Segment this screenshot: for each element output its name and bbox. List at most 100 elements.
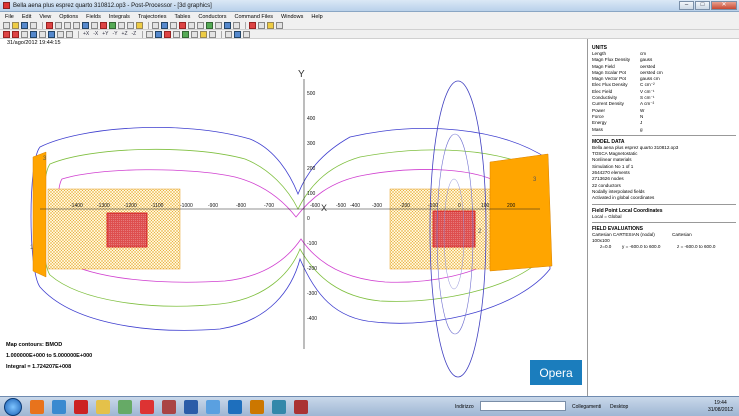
graphics-canvas[interactable]: 31/ago/2012 19:44:15 Y X 500 400 300 200…	[0, 39, 588, 396]
line-icon[interactable]	[118, 21, 125, 29]
axes-icon[interactable]	[146, 30, 154, 38]
symmetry-icon[interactable]	[200, 30, 208, 38]
settings-icon[interactable]	[276, 21, 283, 29]
menu-conductors[interactable]: Conductors	[198, 14, 226, 20]
vector-icon[interactable]	[109, 21, 116, 29]
view-plus-x-button[interactable]: +X	[82, 31, 90, 38]
fit-icon[interactable]	[39, 30, 46, 38]
ie-icon[interactable]	[52, 400, 66, 414]
menu-help[interactable]: Help	[311, 14, 322, 20]
zoom-icon[interactable]	[82, 21, 89, 29]
home-icon[interactable]	[21, 30, 28, 38]
camera-icon[interactable]	[234, 30, 242, 38]
system-clock[interactable]: 19:44 31/08/2012	[708, 400, 733, 414]
left-coil	[106, 212, 148, 248]
arc-icon[interactable]	[179, 21, 186, 29]
address-input[interactable]	[480, 401, 566, 411]
pan-icon[interactable]	[91, 21, 98, 29]
fieldpoint-icon[interactable]	[233, 21, 240, 29]
menu-edit[interactable]: Edit	[22, 14, 31, 20]
view-minus-y-button[interactable]: -Y	[112, 31, 119, 38]
x-tick: -100	[428, 203, 438, 209]
rotate-icon[interactable]	[30, 30, 37, 38]
lighting-icon[interactable]	[155, 30, 163, 38]
open-folder-icon[interactable]	[12, 21, 19, 29]
acrobat-icon[interactable]	[140, 400, 154, 414]
app-icon-2[interactable]	[162, 400, 176, 414]
conductor-icon[interactable]	[215, 21, 222, 29]
close-button[interactable]: ✕	[711, 1, 737, 10]
model-display-icon[interactable]	[46, 21, 53, 29]
point-icon[interactable]	[127, 21, 134, 29]
x-tick: -200	[400, 203, 410, 209]
y-tick: -200	[307, 266, 317, 272]
zoom-in-icon[interactable]	[57, 30, 64, 38]
view-plus-y-button[interactable]: +Y	[101, 31, 109, 38]
x-tick: -800	[236, 203, 246, 209]
minimize-button[interactable]: –	[679, 1, 694, 10]
transparency-icon[interactable]	[191, 30, 199, 38]
cut-icon[interactable]	[55, 21, 62, 29]
paint-icon[interactable]	[250, 400, 264, 414]
graph-icon[interactable]	[136, 21, 143, 29]
window-title: Bella aena plus esprez quarto 310812.op3…	[13, 2, 212, 9]
view-minus-x-button[interactable]: -X	[92, 31, 99, 38]
menu-options[interactable]: Options	[59, 14, 78, 20]
export-icon[interactable]	[243, 30, 251, 38]
x-axis-title: X	[321, 203, 327, 213]
explorer-icon[interactable]	[96, 400, 110, 414]
material-icon[interactable]	[258, 21, 265, 29]
wireframe-icon[interactable]	[173, 30, 181, 38]
word-icon[interactable]	[184, 400, 198, 414]
menu-file[interactable]: File	[5, 14, 14, 20]
tool-app-icon[interactable]	[294, 400, 308, 414]
menu-windows[interactable]: Windows	[281, 14, 303, 20]
opera-logo: Opera	[530, 360, 582, 385]
y-tick: 500	[307, 91, 316, 97]
contour-icon[interactable]	[100, 21, 107, 29]
animate-icon[interactable]	[225, 30, 233, 38]
opera-app-icon[interactable]	[228, 400, 242, 414]
skype-icon[interactable]	[206, 400, 220, 414]
mesh-icon[interactable]	[249, 21, 256, 29]
menu-trajectories[interactable]: Trajectories	[138, 14, 167, 20]
media-icon[interactable]	[118, 400, 132, 414]
view-minus-z-button[interactable]: -Z	[131, 31, 138, 38]
x-tick: -1000	[180, 203, 193, 209]
opera-browser-icon[interactable]	[74, 400, 88, 414]
perspective-icon[interactable]	[48, 30, 55, 38]
trajectory-icon[interactable]	[224, 21, 231, 29]
field-point-line: Local = Global	[592, 213, 622, 219]
desktop-label[interactable]: Desktop	[610, 404, 628, 410]
histogram-icon[interactable]	[197, 21, 204, 29]
grid-icon[interactable]	[152, 21, 159, 29]
firefox-icon[interactable]	[30, 400, 44, 414]
light-icon[interactable]	[267, 21, 274, 29]
view-plus-z-button[interactable]: +Z	[121, 31, 129, 38]
zoom-out-icon[interactable]	[66, 30, 73, 38]
table-icon[interactable]	[188, 21, 195, 29]
print-icon[interactable]	[30, 21, 37, 29]
stop-icon[interactable]	[3, 30, 10, 38]
menu-view[interactable]: View	[39, 14, 51, 20]
menu-command-files[interactable]: Command Files	[235, 14, 274, 20]
menu-fields[interactable]: Fields	[86, 14, 101, 20]
menu-tables[interactable]: Tables	[174, 14, 190, 20]
surface-icon[interactable]	[182, 30, 190, 38]
maximize-button[interactable]: □	[695, 1, 710, 10]
menu-integrals[interactable]: Integrals	[109, 14, 130, 20]
clip-icon[interactable]	[209, 30, 217, 38]
network-app-icon[interactable]	[272, 400, 286, 414]
colour-scale-icon[interactable]	[164, 30, 172, 38]
integral-icon[interactable]	[206, 21, 213, 29]
clock-date: 31/08/2012	[707, 407, 733, 413]
new-file-icon[interactable]	[3, 21, 10, 29]
save-icon[interactable]	[21, 21, 28, 29]
links-label[interactable]: Collegamenti	[572, 404, 601, 410]
plane-icon[interactable]	[161, 21, 168, 29]
start-button[interactable]	[4, 398, 22, 416]
copy-icon[interactable]	[64, 21, 71, 29]
redraw-icon[interactable]	[12, 30, 19, 38]
circle-icon[interactable]	[170, 21, 177, 29]
paste-icon[interactable]	[73, 21, 80, 29]
